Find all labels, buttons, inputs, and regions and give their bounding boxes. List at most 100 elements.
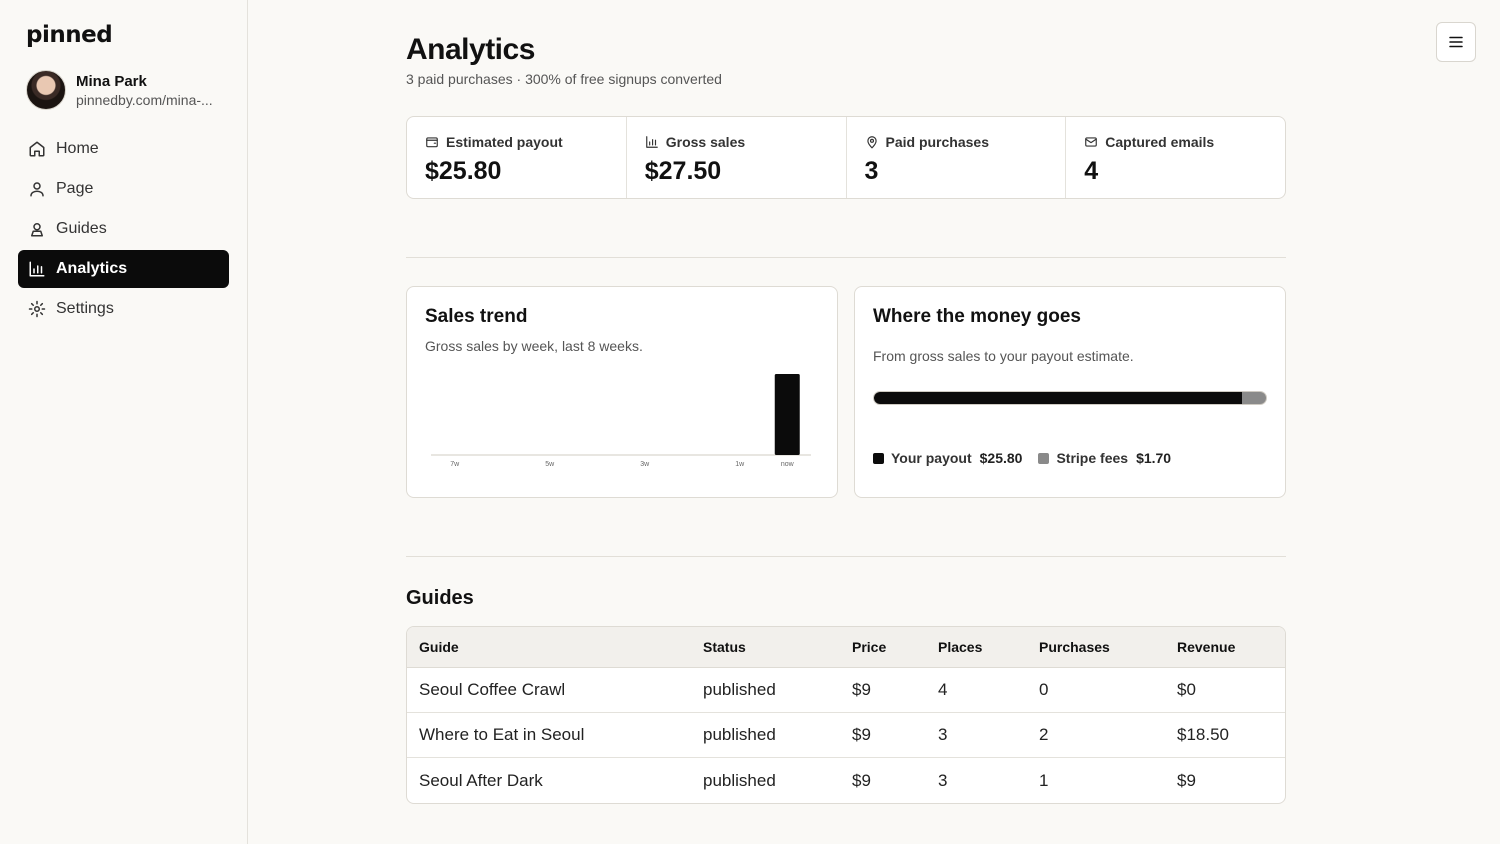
page-subtitle: 3 paid purchases · 300% of free signups … <box>406 71 722 87</box>
legend-payout: Your payout $25.80 <box>873 450 1022 466</box>
money-legend: Your payout $25.80 Stripe fees $1.70 <box>873 450 1267 466</box>
column-header-status: Status <box>703 639 746 655</box>
cell-revenue: $9 <box>1177 770 1196 790</box>
stat-gross-sales: Gross sales $27.50 <box>627 117 847 198</box>
cell-guide: Seoul Coffee Crawl <box>419 680 566 699</box>
legend-payout-value: $25.80 <box>979 450 1023 466</box>
stat-label: Captured emails <box>1084 133 1267 151</box>
sidebar-item-label: Home <box>56 140 99 157</box>
cell-guide: Seoul After Dark <box>419 770 543 790</box>
money-card: Where the money goes From gross sales to… <box>854 286 1286 498</box>
mail-icon <box>1085 137 1098 147</box>
legend-swatch-fees <box>1038 452 1050 464</box>
stat-value: $27.50 <box>644 157 722 185</box>
column-header-purchases: Purchases <box>1039 639 1110 655</box>
profile-card[interactable]: Mina Park pinnedby.com/mina-... <box>26 70 229 110</box>
sales-trend-chart: 7w 5w 3w 1w now <box>431 374 811 468</box>
sidebar: pinned Mina Park pinnedby.com/mina-... H… <box>0 0 248 844</box>
legend-fees-label: Stripe fees <box>1056 450 1129 466</box>
stat-label: Paid purchases <box>865 133 1048 151</box>
bar-chart-icon <box>645 136 658 148</box>
sales-trend-chart-wrap: 7w 5w 3w 1w now <box>425 365 819 482</box>
cell-purchases: 1 <box>1039 770 1049 790</box>
sidebar-item-label: Page <box>56 180 94 197</box>
stat-label: Gross sales <box>645 133 828 151</box>
sidebar-item-page[interactable]: Page <box>18 170 229 208</box>
hamburger-icon <box>1449 36 1463 48</box>
cell-purchases: 0 <box>1039 680 1049 699</box>
table-row[interactable]: Seoul After Dark published $9 3 1 $9 <box>407 758 1285 803</box>
cell-price: $9 <box>852 770 871 790</box>
section-divider <box>406 556 1286 557</box>
page-title: Analytics <box>406 33 535 66</box>
app-root: pinned Mina Park pinnedby.com/mina-... H… <box>0 0 1500 844</box>
stat-label-text: Gross sales <box>665 134 746 150</box>
cell-guide: Where to Eat in Seoul <box>419 725 585 744</box>
chart-tick-label: 1w <box>735 461 745 468</box>
chart-bar <box>774 374 800 455</box>
sales-trend-title: Sales trend <box>425 306 528 327</box>
stat-value: 4 <box>1084 157 1099 185</box>
map-pin-icon <box>866 136 877 149</box>
table-header: Guide Status Price Places Purchases Reve… <box>407 627 1285 668</box>
stat-value: $25.80 <box>425 157 502 185</box>
cell-places: 3 <box>938 725 948 744</box>
money-subtitle: From gross sales to your payout estimate… <box>873 348 1134 364</box>
cell-purchases: 2 <box>1039 725 1049 744</box>
main-area: Analytics 3 paid purchases · 300% of fre… <box>248 0 1500 844</box>
chart-tick-label: 5w <box>545 461 555 468</box>
column-header-price: Price <box>852 639 887 655</box>
stat-captured-emails: Captured emails 4 <box>1066 117 1285 198</box>
sidebar-item-label: Analytics <box>56 260 128 277</box>
table-row[interactable]: Seoul Coffee Crawl published $9 4 0 $0 <box>407 668 1285 713</box>
map-pin-user-icon <box>31 223 43 237</box>
cell-status: published <box>703 725 776 744</box>
column-header-places: Places <box>938 639 983 655</box>
stat-estimated-payout: Estimated payout $25.80 <box>407 117 627 198</box>
stat-label-text: Captured emails <box>1105 134 1215 150</box>
payout-progress-fill <box>874 392 1242 404</box>
stat-label-text: Paid purchases <box>885 134 990 150</box>
table-row[interactable]: Where to Eat in Seoul published $9 3 2 $… <box>407 713 1285 758</box>
bar-chart-icon <box>29 261 45 277</box>
menu-button[interactable] <box>1436 22 1476 62</box>
legend-swatch-payout <box>873 452 884 464</box>
cell-places: 4 <box>938 680 948 699</box>
legend-fees: Stripe fees $1.70 <box>1038 450 1171 466</box>
home-icon <box>29 141 45 157</box>
sidebar-item-label: Settings <box>56 300 114 317</box>
legend-payout-label: Your payout <box>891 450 972 466</box>
profile-name: Mina Park <box>76 72 147 90</box>
stat-value: 3 <box>864 157 879 185</box>
guides-table: Guide Status Price Places Purchases Reve… <box>406 626 1286 804</box>
section-divider <box>406 257 1286 258</box>
stat-label: Estimated payout <box>425 133 608 151</box>
sidebar-item-guides[interactable]: Guides <box>18 210 229 248</box>
stat-paid-purchases: Paid purchases 3 <box>847 117 1067 198</box>
sidebar-item-analytics[interactable]: Analytics <box>18 250 229 288</box>
stat-label-text: Estimated payout <box>446 134 563 150</box>
money-title: Where the money goes <box>873 306 1081 327</box>
cell-price: $9 <box>852 680 871 699</box>
cell-status: published <box>703 770 776 790</box>
user-icon <box>30 182 44 197</box>
avatar <box>26 70 66 110</box>
guides-section-title: Guides <box>406 587 474 609</box>
cell-revenue: $18.50 <box>1177 725 1229 744</box>
column-header-guide: Guide <box>419 639 459 655</box>
legend-fees-value: $1.70 <box>1136 450 1172 466</box>
sidebar-item-settings[interactable]: Settings <box>18 290 229 328</box>
column-header-revenue: Revenue <box>1177 639 1236 655</box>
payout-progress-bar <box>873 391 1267 405</box>
chart-tick-label: 3w <box>640 461 650 468</box>
chart-tick-label: now <box>781 461 795 468</box>
stats-row: Estimated payout $25.80 Gross sales $27.… <box>406 116 1286 199</box>
cell-revenue: $0 <box>1177 680 1196 699</box>
cards-row: Sales trend Gross sales by week, last 8 … <box>406 286 1286 498</box>
sidebar-item-label: Guides <box>56 220 107 237</box>
brand-logo[interactable]: pinned <box>26 22 229 50</box>
profile-text: Mina Park pinnedby.com/mina-... <box>76 72 213 109</box>
cell-status: published <box>703 680 776 699</box>
sidebar-item-home[interactable]: Home <box>18 130 229 168</box>
sales-trend-card: Sales trend Gross sales by week, last 8 … <box>406 286 838 498</box>
